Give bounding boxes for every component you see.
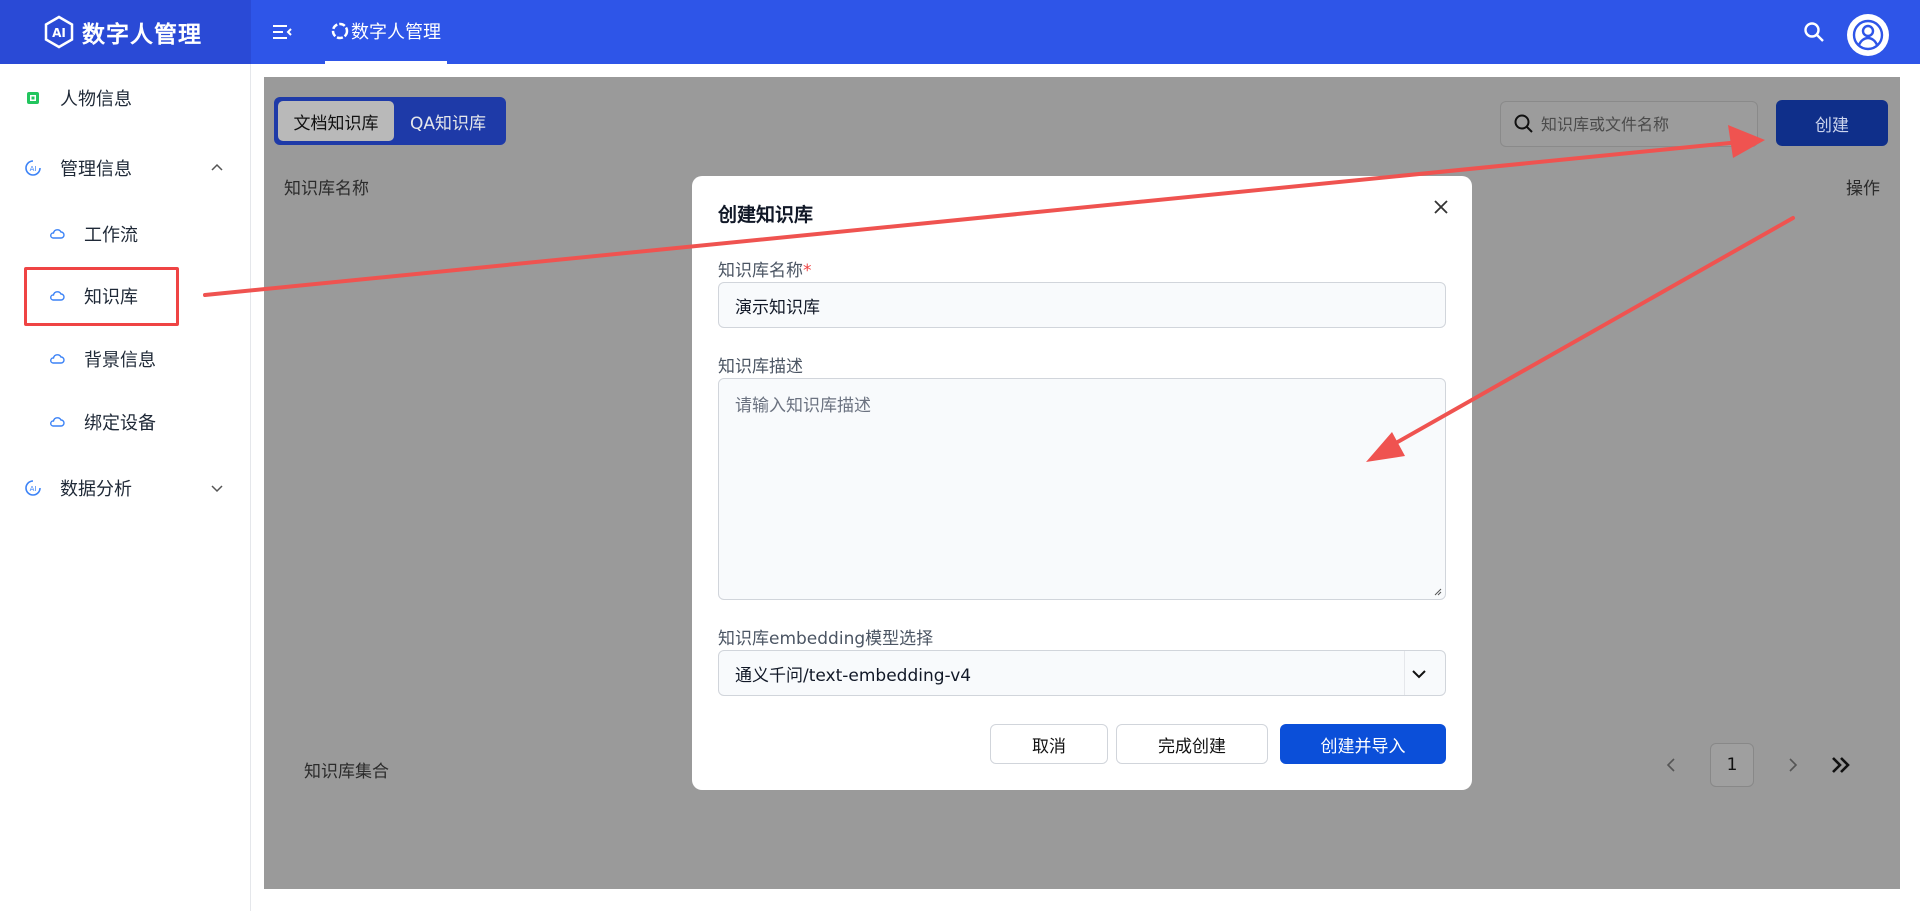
kb-collection-label: 知识库集合 <box>304 762 389 782</box>
sidebar-item-label: 人物信息 <box>60 89 132 110</box>
model-field-label: 知识库embedding模型选择 <box>718 629 934 649</box>
search-icon[interactable] <box>1802 20 1826 44</box>
openai-icon <box>331 22 349 39</box>
tab-qa-kb[interactable]: QA知识库 <box>394 101 502 141</box>
finish-create-button[interactable]: 完成创建 <box>1116 724 1268 764</box>
create-button[interactable]: 创建 <box>1776 100 1888 146</box>
search-input[interactable] <box>1541 114 1741 134</box>
double-chevron-right-icon[interactable] <box>1828 752 1854 778</box>
page-number[interactable]: 1 <box>1710 743 1754 787</box>
sidebar-item-label: 数据分析 <box>60 479 132 500</box>
close-icon[interactable] <box>1430 196 1452 218</box>
chevron-right-icon[interactable] <box>1780 753 1804 777</box>
tab-digital-human[interactable]: 数字人管理 <box>325 0 447 64</box>
svg-text:AI: AI <box>52 26 66 40</box>
sidebar-item-background[interactable]: 背景信息 <box>0 339 251 379</box>
kb-description-textarea[interactable] <box>718 378 1446 600</box>
sidebar-item-label: 绑定设备 <box>84 413 156 434</box>
kb-name-value: 演示知识库 <box>735 297 820 318</box>
annotation-highlight-box <box>24 267 179 326</box>
pagination: 1 <box>1660 743 1854 787</box>
name-field-label: 知识库名称* <box>718 256 812 281</box>
svg-text:AI: AI <box>30 485 37 493</box>
chevron-up-icon <box>211 163 223 171</box>
create-and-import-button[interactable]: 创建并导入 <box>1280 724 1446 764</box>
select-divider <box>1404 651 1405 695</box>
sidebar-item-person-info[interactable]: 人物信息 <box>0 78 251 118</box>
tab-label: 数字人管理 <box>351 21 441 43</box>
kb-type-tabs: 文档知识库 QA知识库 <box>274 97 506 145</box>
sidebar-item-workflow[interactable]: 工作流 <box>0 214 251 254</box>
brand-title: 数字人管理 <box>82 22 202 48</box>
column-header-name: 知识库名称 <box>284 179 369 199</box>
embedding-model-select[interactable]: 通义千问/text-embedding-v4 <box>718 650 1446 696</box>
chip-icon <box>27 92 39 104</box>
chevron-down-icon <box>1412 670 1426 679</box>
ai-logo-icon: AI <box>44 15 74 49</box>
name-label-text: 知识库名称 <box>718 261 803 281</box>
dialog-title: 创建知识库 <box>718 204 814 226</box>
menu-toggle-icon[interactable] <box>270 20 294 44</box>
sidebar-item-label: 工作流 <box>84 225 138 246</box>
top-header: AI 数字人管理 数字人管理 <box>0 0 1920 64</box>
create-kb-dialog: 创建知识库 知识库名称* 演示知识库 知识库描述 知识库embedding模型选… <box>692 176 1472 790</box>
user-icon <box>1852 19 1884 51</box>
kb-name-input[interactable]: 演示知识库 <box>718 282 1446 328</box>
ai-brain-icon: AI <box>25 480 41 496</box>
chevron-left-icon[interactable] <box>1660 753 1684 777</box>
sidebar-item-bind-device[interactable]: 绑定设备 <box>0 402 251 442</box>
cloud-icon <box>50 417 65 427</box>
brand[interactable]: AI 数字人管理 <box>0 0 251 64</box>
ai-brain-icon: AI <box>25 160 41 176</box>
search-box <box>1500 101 1758 147</box>
chevron-down-icon <box>211 485 223 493</box>
avatar[interactable] <box>1847 14 1889 56</box>
model-selected-value: 通义千问/text-embedding-v4 <box>735 665 972 686</box>
required-mark: * <box>803 261 812 281</box>
cloud-icon <box>50 354 65 364</box>
svg-text:AI: AI <box>30 165 37 173</box>
tab-document-kb[interactable]: 文档知识库 <box>278 101 394 141</box>
sidebar: 人物信息 AI 管理信息 工作流 知识库 背景信息 绑定设备 AI 数据分析 <box>0 64 251 911</box>
cloud-icon <box>50 229 65 239</box>
column-header-ops: 操作 <box>1846 179 1880 199</box>
sidebar-item-label: 管理信息 <box>60 159 132 180</box>
desc-field-label: 知识库描述 <box>718 357 803 377</box>
cancel-button[interactable]: 取消 <box>990 724 1108 764</box>
sidebar-item-label: 背景信息 <box>84 350 156 371</box>
resize-handle-icon[interactable] <box>1432 586 1442 596</box>
search-icon <box>1514 114 1533 133</box>
sidebar-item-management[interactable]: AI 管理信息 <box>0 148 251 188</box>
sidebar-item-data-analysis[interactable]: AI 数据分析 <box>0 468 251 508</box>
